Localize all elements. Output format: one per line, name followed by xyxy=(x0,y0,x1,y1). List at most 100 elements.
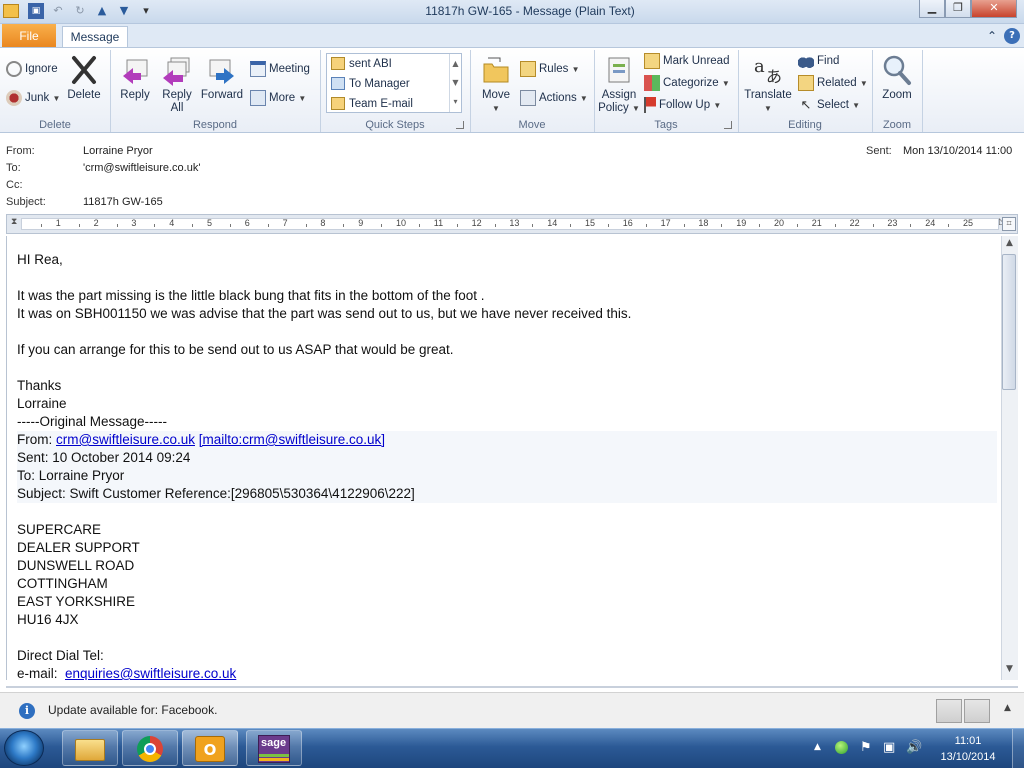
contact-avatar[interactable] xyxy=(964,699,990,723)
save-icon[interactable]: ▣ xyxy=(28,3,44,19)
follow-up-dropdown-icon: ▼ xyxy=(713,101,722,110)
taskbar-outlook-button[interactable]: O xyxy=(182,730,238,766)
tab-file[interactable]: File xyxy=(2,24,56,48)
delete-button[interactable]: Delete xyxy=(64,54,104,102)
minimize-button[interactable]: ▁ xyxy=(919,0,945,18)
zoom-label: Zoom xyxy=(882,89,912,101)
meeting-label: Meeting xyxy=(269,63,310,75)
quick-step-icon xyxy=(331,77,345,90)
quick-step-to-manager[interactable]: To Manager xyxy=(327,74,449,94)
taskbar-explorer-button[interactable] xyxy=(62,730,118,766)
network-status-icon[interactable] xyxy=(835,741,848,754)
ruler-tick-label: 19 xyxy=(736,218,747,228)
forward-button[interactable]: Forward xyxy=(198,54,246,102)
divider xyxy=(320,50,321,132)
related-dropdown-icon: ▼ xyxy=(859,79,868,88)
ruler-tick-mark xyxy=(381,224,383,227)
ruler-tick-label: 1 xyxy=(55,218,61,228)
dialog-launcher-icon[interactable] xyxy=(724,121,732,129)
show-hidden-icons[interactable]: ▲ xyxy=(814,742,821,752)
network-icon[interactable]: ▣ xyxy=(883,740,895,755)
volume-icon[interactable]: 🔊 xyxy=(906,740,922,755)
quick-step-sent-abi[interactable]: sent ABI xyxy=(327,54,449,74)
ruler-tick-mark xyxy=(759,224,761,227)
previous-item-icon[interactable]: ▲ xyxy=(94,3,110,19)
move-button[interactable]: Move ▼ xyxy=(476,54,516,115)
taskbar-sage-button[interactable]: sage xyxy=(246,730,302,766)
help-icon[interactable]: ? xyxy=(1004,28,1020,44)
meeting-button[interactable]: Meeting xyxy=(250,60,310,78)
taskbar-clock[interactable]: 11:01 13/10/2014 xyxy=(930,733,1006,765)
rules-button[interactable]: Rules ▼ xyxy=(520,60,580,78)
assign-policy-button[interactable]: Assign Policy ▼ xyxy=(598,54,640,115)
ignore-label: Ignore xyxy=(25,63,58,75)
scroll-down-arrow-icon[interactable]: ▼ xyxy=(1003,664,1016,678)
sent-label: Sent: xyxy=(866,145,892,157)
svg-text:あ: あ xyxy=(766,67,782,86)
translate-icon: aあ xyxy=(754,56,782,86)
related-button[interactable]: Related ▼ xyxy=(798,74,868,92)
junk-button[interactable]: Junk ▼ xyxy=(6,89,60,107)
actions-button[interactable]: Actions ▼ xyxy=(520,89,588,107)
translate-dropdown-icon: ▼ xyxy=(764,104,772,113)
dialog-launcher-icon[interactable] xyxy=(456,121,464,129)
enquiries-email-link[interactable]: enquiries@swiftleisure.co.uk xyxy=(65,666,236,680)
scrollbar-thumb[interactable] xyxy=(1002,254,1016,390)
mark-unread-button[interactable]: Mark Unread xyxy=(644,52,729,70)
to-label: To: xyxy=(6,162,21,174)
more-respond-button[interactable]: More ▼ xyxy=(250,89,306,107)
categorize-button[interactable]: Categorize ▼ xyxy=(644,74,730,92)
address-line: SUPERCARE xyxy=(17,522,102,537)
follow-up-button[interactable]: Follow Up ▼ xyxy=(644,96,721,114)
show-desktop-button[interactable] xyxy=(1012,729,1024,768)
ruler-tick-label: 4 xyxy=(169,218,175,228)
quick-steps-scroll[interactable]: ▲ ▼ ▾ xyxy=(449,54,461,112)
find-button[interactable]: Find xyxy=(798,52,839,70)
indent-marker[interactable]: ⧗ xyxy=(11,217,17,227)
from-value[interactable]: Lorraine Pryor xyxy=(83,145,153,157)
reply-all-button[interactable]: Reply All xyxy=(156,54,198,115)
ruler-tick-label: 20 xyxy=(774,218,785,228)
start-button[interactable] xyxy=(4,730,44,766)
collapse-ribbon-icon[interactable]: ⌃ xyxy=(984,28,1000,44)
next-item-icon[interactable]: ▼ xyxy=(116,3,132,19)
quick-step-label: sent ABI xyxy=(349,58,392,70)
reply-button[interactable]: Reply xyxy=(114,54,156,102)
customize-toolbar-icon[interactable]: ▾ xyxy=(138,3,154,19)
zoom-button[interactable]: Zoom xyxy=(876,54,918,102)
message-body[interactable]: HI Rea, It was the part missing is the l… xyxy=(6,236,1002,680)
window-title: 11817h GW-165 - Message (Plain Text) xyxy=(425,4,635,18)
outlook-app-icon[interactable] xyxy=(3,4,19,18)
original-from-email-link[interactable]: crm@swiftleisure.co.uk xyxy=(56,432,195,447)
undo-icon[interactable]: ↶ xyxy=(50,3,66,19)
translate-button[interactable]: aあ Translate ▼ xyxy=(742,54,794,115)
ruler-tick-mark xyxy=(40,224,42,227)
ruler-tick-mark xyxy=(721,224,723,227)
original-from-mailto-link[interactable]: [mailto:crm@swiftleisure.co.uk] xyxy=(199,432,385,447)
redo-icon[interactable]: ↻ xyxy=(72,3,88,19)
subject-value: 11817h GW-165 xyxy=(83,196,163,208)
translate-label: Translate xyxy=(744,89,792,101)
close-button[interactable]: ✕ xyxy=(971,0,1017,18)
view-ruler-icon[interactable]: ⌗ xyxy=(1002,217,1016,231)
update-notification-text[interactable]: Update available for: Facebook. xyxy=(48,703,217,717)
maximize-button[interactable]: ❐ xyxy=(945,0,971,18)
taskbar-chrome-button[interactable] xyxy=(122,730,178,766)
scroll-up-arrow-icon[interactable]: ▲ xyxy=(1003,238,1016,252)
address-line: DEALER SUPPORT xyxy=(17,540,140,555)
action-center-flag-icon[interactable]: ⚑ xyxy=(860,740,872,755)
expand-people-pane-icon[interactable]: ▲ xyxy=(1004,703,1011,713)
svg-text:a: a xyxy=(754,56,765,77)
reply-all-label: Reply All xyxy=(162,89,192,114)
from-label: From: xyxy=(6,145,35,157)
subject-label: Subject: xyxy=(6,196,46,208)
select-button[interactable]: ↖ Select ▼ xyxy=(798,96,861,114)
contact-avatar[interactable] xyxy=(936,699,962,723)
tab-message[interactable]: Message xyxy=(62,26,128,48)
to-value[interactable]: 'crm@swiftleisure.co.uk' xyxy=(83,162,200,174)
ruler-tick-mark xyxy=(948,224,950,227)
quick-step-team-email[interactable]: Team E-mail xyxy=(327,94,449,114)
ruler-tick-mark xyxy=(267,224,269,227)
ignore-button[interactable]: Ignore xyxy=(6,60,58,78)
ruler-tick-label: 24 xyxy=(925,218,936,228)
